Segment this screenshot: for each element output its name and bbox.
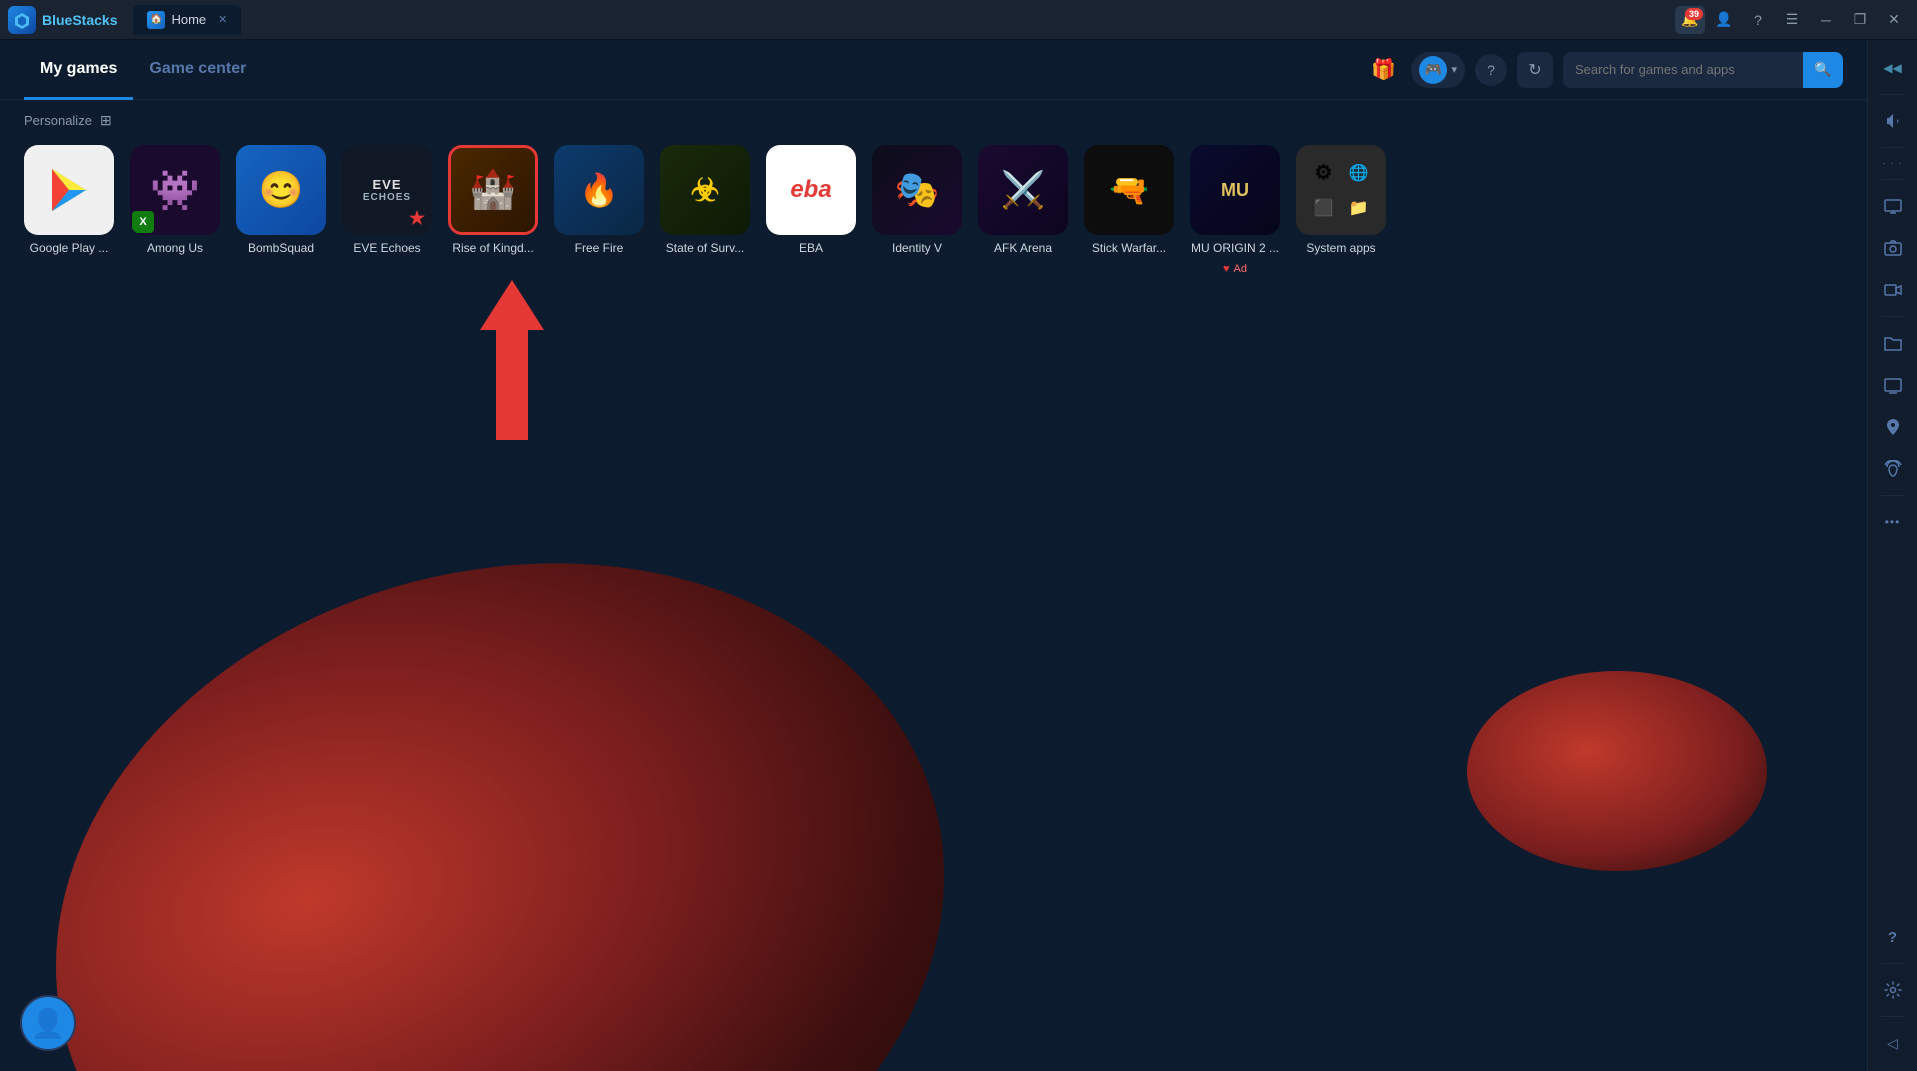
account-button[interactable]: 👤: [1709, 6, 1739, 34]
search-input[interactable]: [1563, 54, 1803, 85]
background-scene: [0, 220, 1867, 1071]
user-avatar-button[interactable]: 🎮 ▾: [1411, 52, 1465, 88]
tab-my-games[interactable]: My games: [24, 41, 133, 100]
nav-tabs: My games Game center: [24, 40, 262, 99]
titlebar-controls: 🔔 39 👤 ? ☰ ─ ❐ ✕: [1675, 6, 1909, 34]
gift-button[interactable]: 🎁: [1365, 52, 1401, 88]
content-area: My games Game center 🎁 🎮 ▾ ? ↻ 🔍: [0, 40, 1867, 1071]
hamburger-button[interactable]: ☰: [1777, 6, 1807, 34]
arrow-head: [480, 280, 544, 330]
minimize-button[interactable]: ─: [1811, 6, 1841, 34]
notification-badge: 39: [1685, 8, 1703, 20]
close-button[interactable]: ✕: [1879, 6, 1909, 34]
volume-icon[interactable]: [1873, 101, 1913, 141]
right-sidebar: ◀◀ · · · ••• ?: [1867, 40, 1917, 1071]
fingerprint-icon[interactable]: [1873, 449, 1913, 489]
tab-label: Home: [171, 12, 206, 27]
avatar-chevron-icon: ▾: [1451, 63, 1457, 76]
personalize-settings-icon[interactable]: ⊞: [100, 112, 112, 129]
titlebar-logo: BlueStacks: [8, 6, 117, 34]
bottom-user-avatar[interactable]: 👤: [20, 995, 76, 1051]
sidebar-separator-7: [1881, 1016, 1905, 1017]
help-sidebar-icon[interactable]: ?: [1873, 917, 1913, 957]
tab-icon: 🏠: [147, 11, 165, 29]
help-nav-button[interactable]: ?: [1475, 54, 1507, 86]
titlebar-tab[interactable]: 🏠 Home ✕: [133, 5, 241, 35]
tab-close-icon[interactable]: ✕: [218, 13, 227, 26]
more-options-icon[interactable]: •••: [1873, 502, 1913, 542]
help-title-button[interactable]: ?: [1743, 6, 1773, 34]
red-arrow-annotation: [480, 280, 544, 440]
sidebar-separator-4: [1881, 316, 1905, 317]
sidebar-separator-1: [1881, 94, 1905, 95]
nav-bar: My games Game center 🎁 🎮 ▾ ? ↻ 🔍: [0, 40, 1867, 100]
video-icon[interactable]: [1873, 270, 1913, 310]
screen-icon[interactable]: [1873, 186, 1913, 226]
arrow-left-icon[interactable]: ◁: [1873, 1023, 1913, 1063]
avatar-circle: 🎮: [1419, 56, 1447, 84]
restore-button[interactable]: ❐: [1845, 6, 1875, 34]
tv-icon[interactable]: [1873, 365, 1913, 405]
settings-sidebar-icon[interactable]: [1873, 970, 1913, 1010]
sidebar-expand-icon[interactable]: ◀◀: [1873, 48, 1913, 88]
sidebar-separator-2: [1881, 147, 1905, 148]
nav-actions: 🎁 🎮 ▾ ? ↻ 🔍: [1365, 52, 1843, 88]
refresh-button[interactable]: ↻: [1517, 52, 1553, 88]
personalize-label: Personalize: [24, 113, 92, 128]
planet-large: [0, 466, 1025, 1071]
search-button[interactable]: 🔍: [1803, 52, 1843, 88]
search-box: 🔍: [1563, 52, 1843, 88]
location-icon[interactable]: [1873, 407, 1913, 447]
bluestacks-logo-icon: [8, 6, 36, 34]
planet-small: [1467, 671, 1767, 871]
sidebar-separator-6: [1881, 963, 1905, 964]
main-layout: My games Game center 🎁 🎮 ▾ ? ↻ 🔍: [0, 40, 1917, 1071]
tab-game-center[interactable]: Game center: [133, 41, 262, 100]
titlebar: BlueStacks 🏠 Home ✕ 🔔 39 👤 ? ☰ ─ ❐ ✕: [0, 0, 1917, 40]
camera-icon[interactable]: [1873, 228, 1913, 268]
dots-separator-icon: · · ·: [1878, 154, 1907, 173]
folder-icon[interactable]: [1873, 323, 1913, 363]
personalize-bar: Personalize ⊞: [0, 100, 1867, 137]
brand-name: BlueStacks: [42, 12, 117, 28]
arrow-shaft: [496, 330, 528, 440]
notifications-button[interactable]: 🔔 39: [1675, 6, 1705, 34]
sidebar-separator-5: [1881, 495, 1905, 496]
sidebar-separator-3: [1881, 179, 1905, 180]
